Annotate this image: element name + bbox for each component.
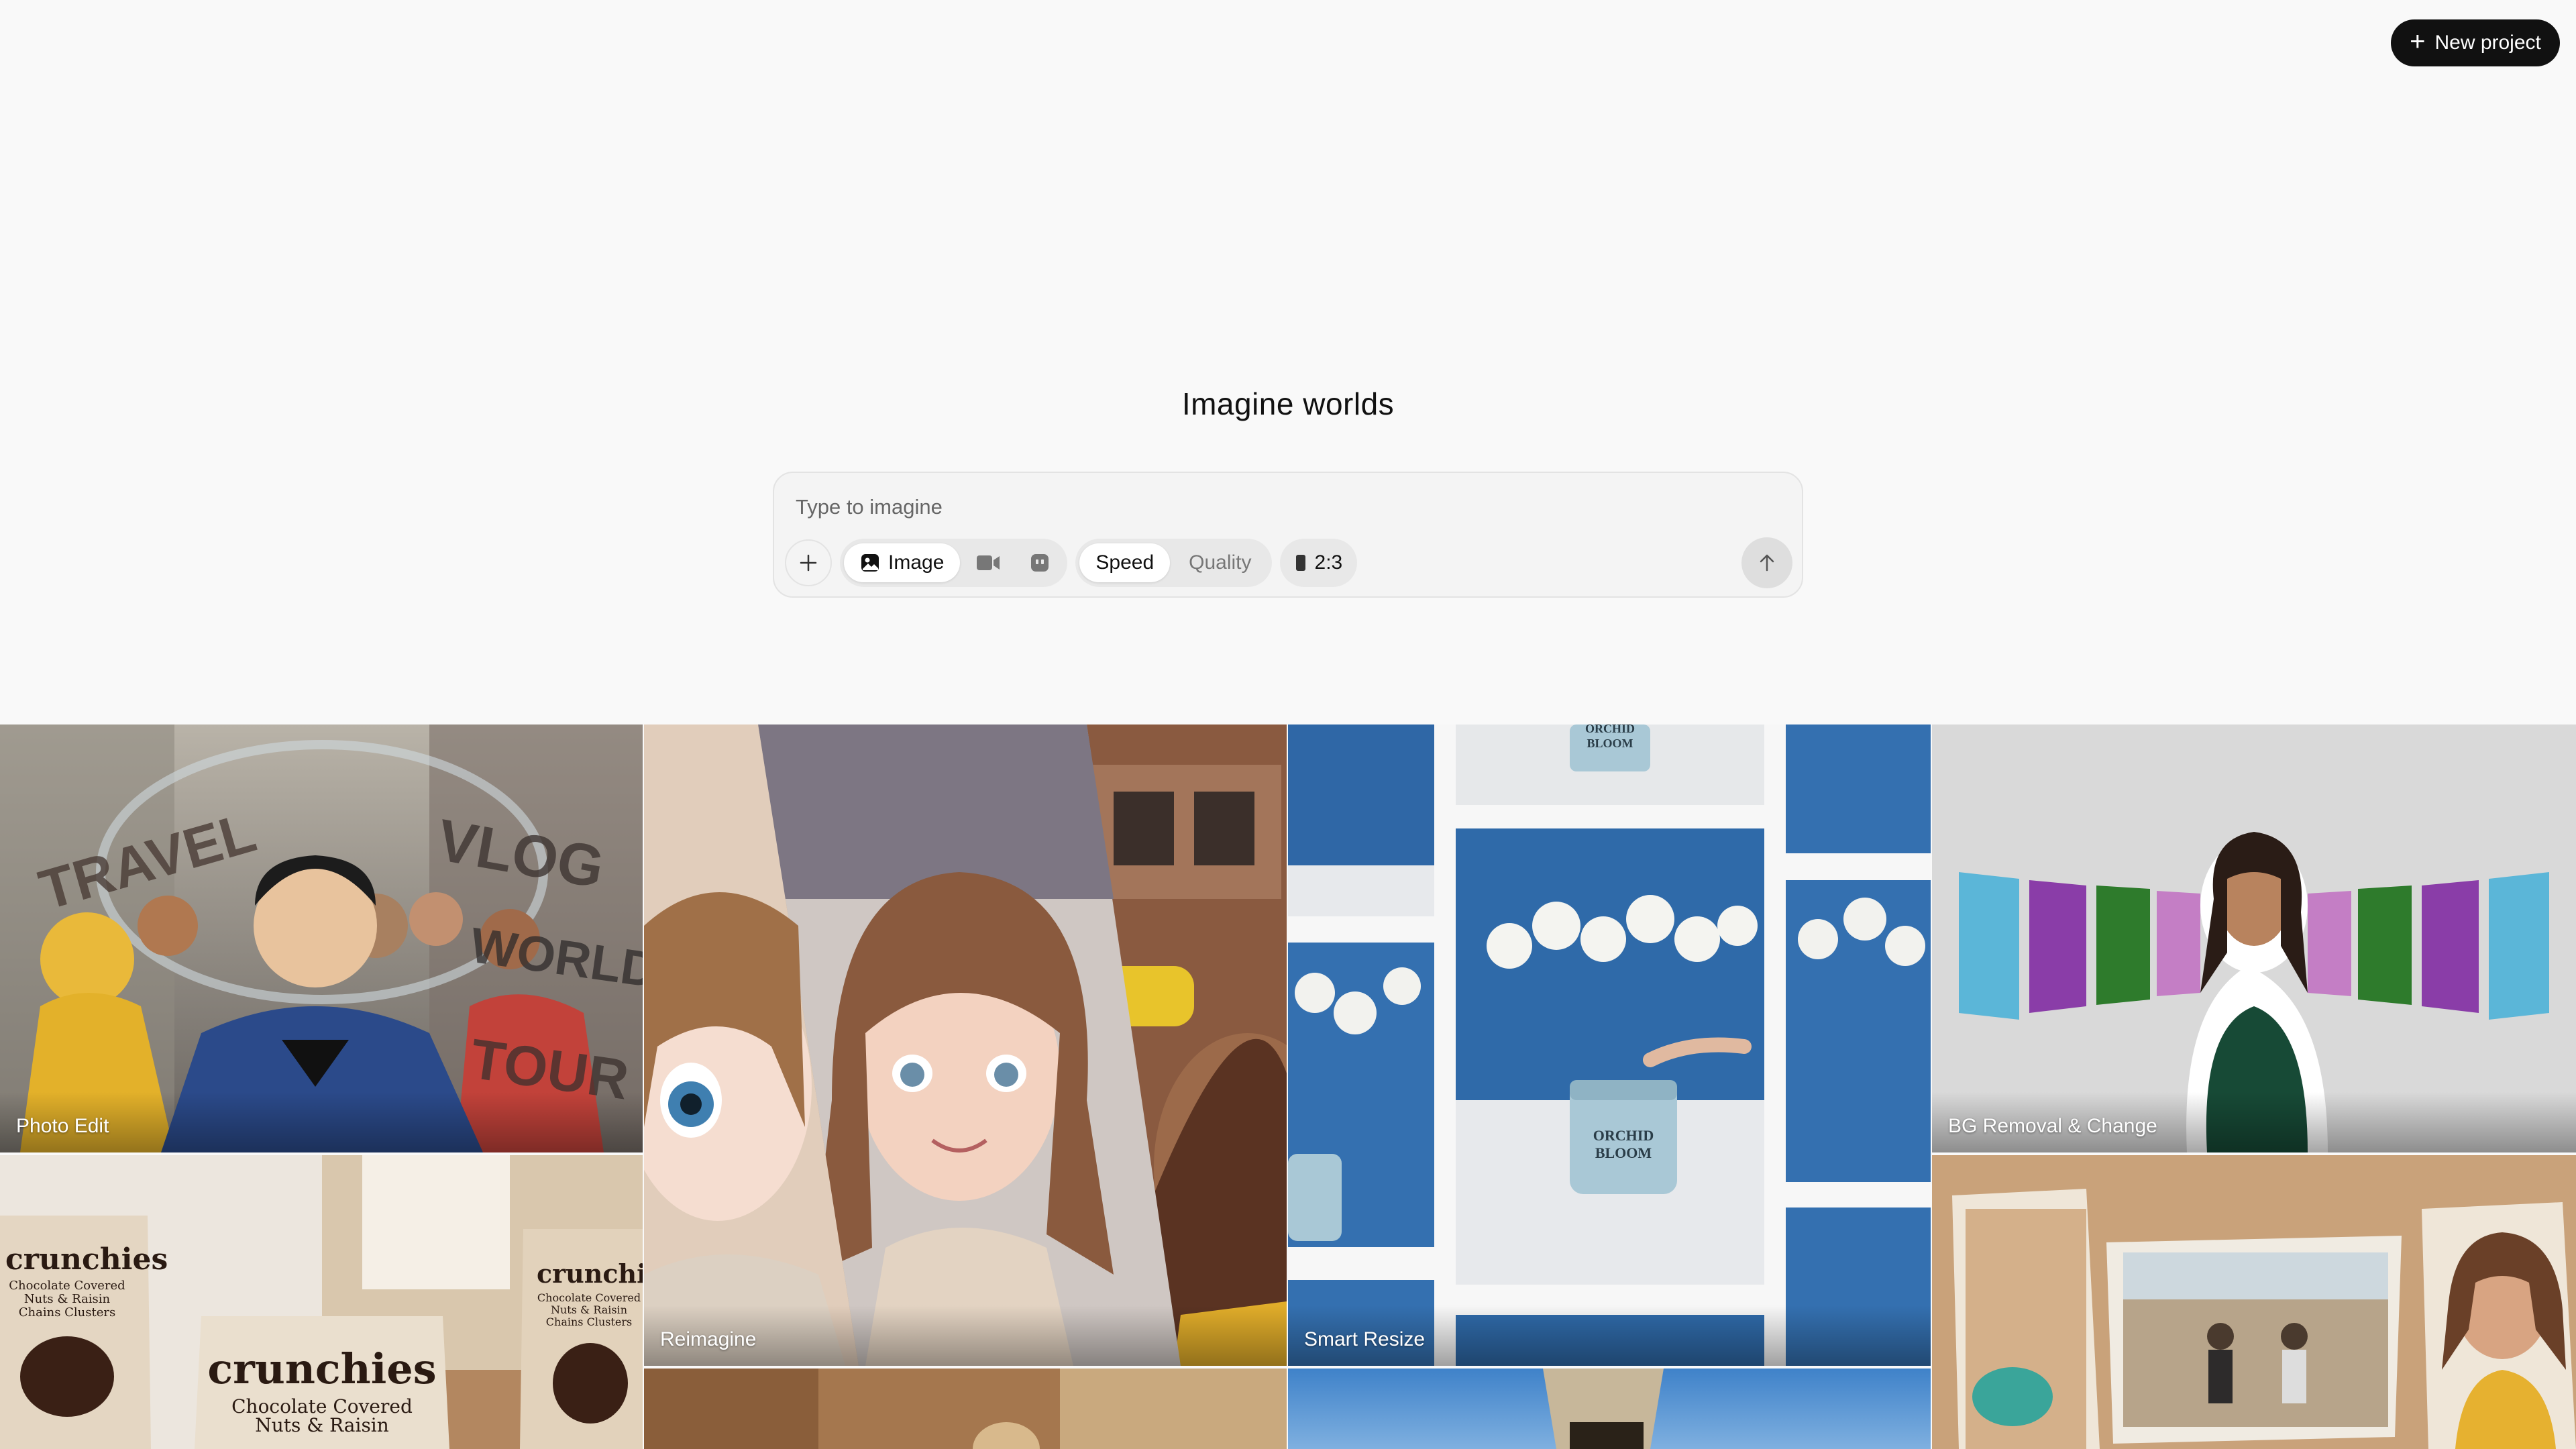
send-button[interactable] [1741,537,1792,588]
mode-image-option[interactable]: Image [844,543,961,582]
plus-icon [800,554,817,572]
reimagine-image [644,724,1287,1366]
product-line-left-2: Nuts & Raisin [24,1292,111,1306]
aspect-ratio-button[interactable]: 2:3 [1284,543,1354,582]
product-line-right-1: Chocolate Covered [537,1291,641,1304]
tile-bg-removal[interactable]: BG Removal & Change [1932,724,2576,1152]
tile-photo-edit[interactable]: TRAVEL VLOG WORLD TOUR Photo Edit [0,724,643,1152]
mode-image-label: Image [888,551,945,574]
aspect-ratio-selector[interactable]: 2:3 [1279,539,1358,587]
jar-brand-main-1: ORCHID [1593,1127,1654,1144]
product-line-left-3: Chains Clusters [19,1305,116,1320]
tile-smart-resize[interactable]: ORCHID BLOOM ORCHID BLOOM Smart Resize [1288,724,1931,1366]
tile-reimagine[interactable]: Reimagine [644,724,1287,1366]
arrow-up-icon [1760,554,1774,572]
mode-selector: Image [840,539,1068,587]
image-icon [861,554,879,572]
tile-travel-collage[interactable] [1932,1155,2576,1449]
prompt-toolbar: Image Speed Quality 2:3 [785,537,1358,588]
speed-option[interactable]: Speed [1079,543,1171,582]
prompt-input[interactable] [794,488,1736,527]
smart-resize-image: ORCHID BLOOM ORCHID BLOOM [1288,724,1931,1366]
new-project-button[interactable]: + New project [2391,19,2560,66]
tile-product-packaging[interactable]: crunchies Chocolate Covered Nuts & Raisi… [0,1155,643,1449]
jar-brand-top-1: ORCHID [1585,724,1635,735]
tile-label: Reimagine [660,1328,757,1350]
photo-edit-image: TRAVEL VLOG WORLD TOUR [0,724,643,1152]
video-icon [977,555,1000,570]
product-line-right-2: Nuts & Raisin [551,1303,627,1316]
mode-video-option[interactable] [963,543,1014,582]
packaging-image: crunchies Chocolate Covered Nuts & Raisi… [0,1155,643,1449]
character-icon [1031,554,1049,572]
product-line-right-3: Chains Clusters [546,1316,632,1328]
page-title: Imagine worlds [1181,386,1395,421]
tile-label: BG Removal & Change [1948,1115,2157,1137]
tile-label: Smart Resize [1304,1328,1426,1350]
tile-perfume[interactable] [1288,1368,1931,1449]
portrait-ratio-icon [1295,555,1305,571]
jar-brand-main-2: BLOOM [1595,1144,1652,1161]
mode-character-option[interactable] [1016,543,1063,582]
product-line-left-1: Chocolate Covered [9,1279,125,1293]
quality-option[interactable]: Quality [1173,543,1267,582]
brand-text-left: crunchies [5,1242,168,1277]
jar-brand-top-2: BLOOM [1587,737,1633,750]
aspect-ratio-label: 2:3 [1314,551,1343,574]
prompt-box: Image Speed Quality [773,472,1803,598]
brand-text-center: crunchies [207,1344,436,1393]
tile-interior[interactable] [644,1368,1287,1449]
travel-collage-image [1932,1155,2576,1449]
tile-label: Photo Edit [16,1115,109,1137]
new-project-label: New project [2434,32,2541,54]
perfume-image [1288,1368,1931,1449]
plus-icon: + [2410,27,2426,56]
brand-text-right: crunchies [537,1258,643,1289]
bg-removal-image [1932,724,2576,1152]
add-attachment-button[interactable] [785,539,832,586]
product-line-center-2: Nuts & Raisin [255,1414,389,1436]
template-gallery: TRAVEL VLOG WORLD TOUR Photo Edit Reimag… [0,724,2576,1449]
interior-image [644,1368,1287,1449]
quality-selector: Speed Quality [1075,539,1272,587]
